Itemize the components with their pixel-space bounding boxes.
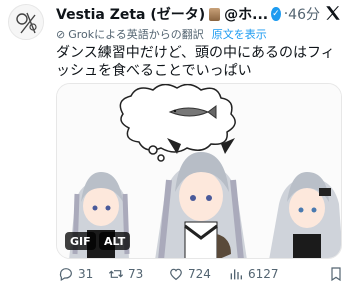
scroll-emoji-icon: [209, 7, 221, 21]
grok-icon: ⊘: [56, 27, 66, 41]
display-name[interactable]: Vestia Zeta (ゼータ): [56, 4, 205, 24]
like-count: 724: [188, 267, 211, 281]
bookmark-button[interactable]: [328, 266, 344, 282]
alt-badge[interactable]: ALT: [99, 232, 131, 250]
bookmark-icon: [331, 267, 341, 282]
user-handle[interactable]: @ホ...: [224, 4, 268, 24]
reply-count: 31: [78, 267, 94, 281]
translation-label: Grokによる英語からの翻訳: [68, 28, 204, 41]
like-button[interactable]: 724: [168, 266, 228, 282]
x-logo-icon[interactable]: [324, 4, 342, 22]
tweet-media[interactable]: GIF ALT: [56, 83, 342, 259]
tweet-actions: 31 73 724 6127: [56, 263, 344, 285]
retweet-count: 73: [128, 267, 144, 281]
avatar[interactable]: [8, 4, 44, 40]
heart-icon: [170, 268, 182, 281]
view-count: 6127: [248, 267, 279, 281]
verified-badge-icon: ✓: [271, 7, 281, 21]
reply-icon: [59, 268, 72, 282]
reply-button[interactable]: 31: [58, 266, 108, 282]
tweet-timestamp[interactable]: 46分: [288, 4, 320, 24]
retweet-button[interactable]: 73: [108, 266, 168, 282]
tweet-header: Vestia Zeta (ゼータ) @ホ... ✓ · 46分: [56, 4, 320, 24]
views-button[interactable]: 6127: [228, 266, 290, 282]
show-original-link[interactable]: 原文を表示: [212, 26, 267, 42]
views-chart-icon: [230, 269, 242, 280]
tweet-text: ダンス練習中だけど、頭の中にあるのはフィッシュを食べることでいっぱい: [56, 45, 335, 79]
retweet-icon: [108, 270, 124, 278]
gif-badge: GIF: [65, 232, 96, 250]
translation-note: ⊘ Grokによる英語からの翻訳 原文を表示: [56, 26, 267, 42]
